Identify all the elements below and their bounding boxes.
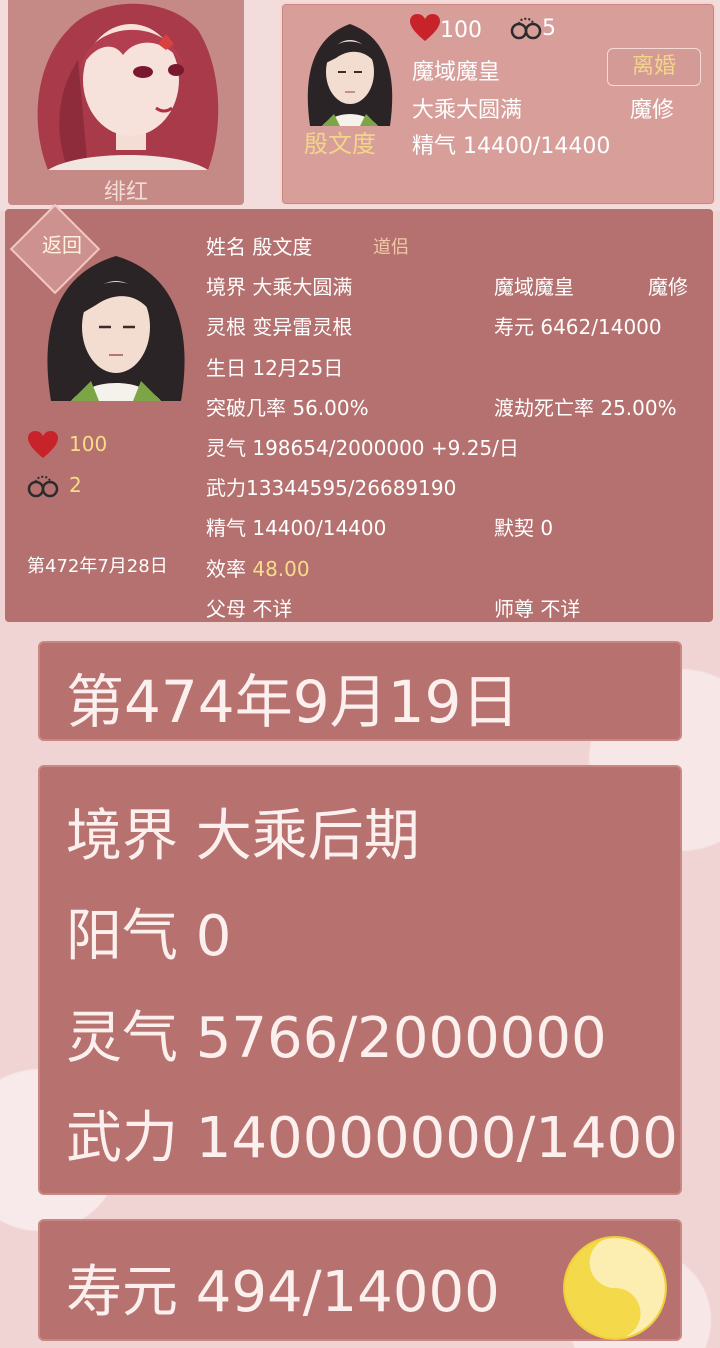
yang-text: 阳气 0 [66, 904, 232, 969]
spouse-realm: 大乘大圆满 [412, 98, 523, 123]
spouse-name: 殷文度 [304, 130, 376, 158]
stats-panel: 境界 大乘后期 阳气 0 灵气 5766/2000000 武力 14000000… [38, 765, 682, 1195]
partner-name: 绯红 [103, 180, 148, 205]
realm-text: 境界 大乘后期 [66, 804, 420, 869]
efficiency-line: 效率 48.00 [206, 553, 310, 582]
handcuffs-icon [27, 475, 59, 498]
relation-tag: 道侣 [373, 237, 409, 258]
spouse-portrait [300, 14, 400, 126]
power-text: 武力 140000000/14000000 [66, 1106, 680, 1171]
spouse-hearts: 100 [410, 14, 482, 43]
heart-icon [28, 431, 58, 458]
tribulation-line: 渡劫死亡率 25.00% [494, 396, 677, 420]
efficiency-label: 效率 [206, 557, 246, 581]
spouse-card[interactable]: 殷文度 100 5 魔域魔皇 离婚 大乘大圆满 魔修 精气 14400/1440… [280, 2, 716, 206]
detail-hearts-value: 100 [69, 432, 108, 456]
spouse-path: 魔修 [630, 98, 675, 123]
title-line: 魔域魔皇 [494, 275, 574, 299]
root-line: 灵根 变异雷灵根 [206, 315, 353, 339]
power-line: 武力13344595/26689190 [206, 476, 457, 500]
handcuffs-icon [510, 17, 542, 40]
detail-panel: 返回 姓名 殷文度 道侣 境界 大乘大圆满 魔域魔皇 魔修 灵根 变异雷灵根 寿… [5, 203, 713, 622]
efficiency-value: 48.00 [252, 557, 310, 581]
spirit-line: 灵气 198654/2000000 +9.25/日 [206, 436, 519, 460]
essence-line: 精气 14400/14400 [206, 516, 387, 540]
path-line: 魔修 [648, 275, 688, 299]
realm-line: 境界 大乘大圆满 [206, 275, 353, 299]
yin-yang-icon[interactable] [562, 1235, 668, 1341]
pair-header: 绯红 殷文度 100 5 魔域魔皇 离婚 大乘大圆满 魔修 精气 14400/1… [0, 0, 720, 206]
spouse-essence: 精气 14400/14400 [412, 134, 611, 159]
tacit-line: 默契 0 [494, 516, 554, 540]
detail-bonds-value: 2 [69, 473, 82, 497]
spouse-bonds: 5 [510, 14, 556, 41]
date-panel: 第474年9月19日 [38, 641, 682, 741]
status-screen: 第474年9月19日 境界 大乘后期 阳气 0 灵气 5766/2000000 … [0, 623, 720, 1348]
partner-card[interactable]: 绯红 [8, 0, 244, 205]
birthday-line: 生日 12月25日 [206, 356, 344, 380]
spouse-bonds-value: 5 [542, 16, 556, 41]
detail-portrait [41, 241, 191, 401]
heart-icon [410, 14, 440, 41]
date-text: 第474年9月19日 [66, 668, 520, 736]
name-line: 姓名 殷文度 [206, 235, 313, 259]
lifespan-text: 寿元 494/14000 [66, 1260, 500, 1325]
divorce-button[interactable]: 离婚 [607, 48, 701, 86]
spouse-hearts-value: 100 [440, 18, 482, 43]
parents-line: 父母 不详 [206, 597, 293, 621]
partner-portrait [8, 0, 244, 170]
lifespan-line: 寿元 6462/14000 [494, 315, 662, 339]
spirit-text: 灵气 5766/2000000 [66, 1006, 607, 1071]
breakthrough-line: 突破几率 56.00% [206, 396, 369, 420]
spouse-title: 魔域魔皇 [412, 60, 501, 85]
detail-date: 第472年7月28日 [27, 556, 168, 577]
master-line: 师尊 不详 [494, 597, 581, 621]
